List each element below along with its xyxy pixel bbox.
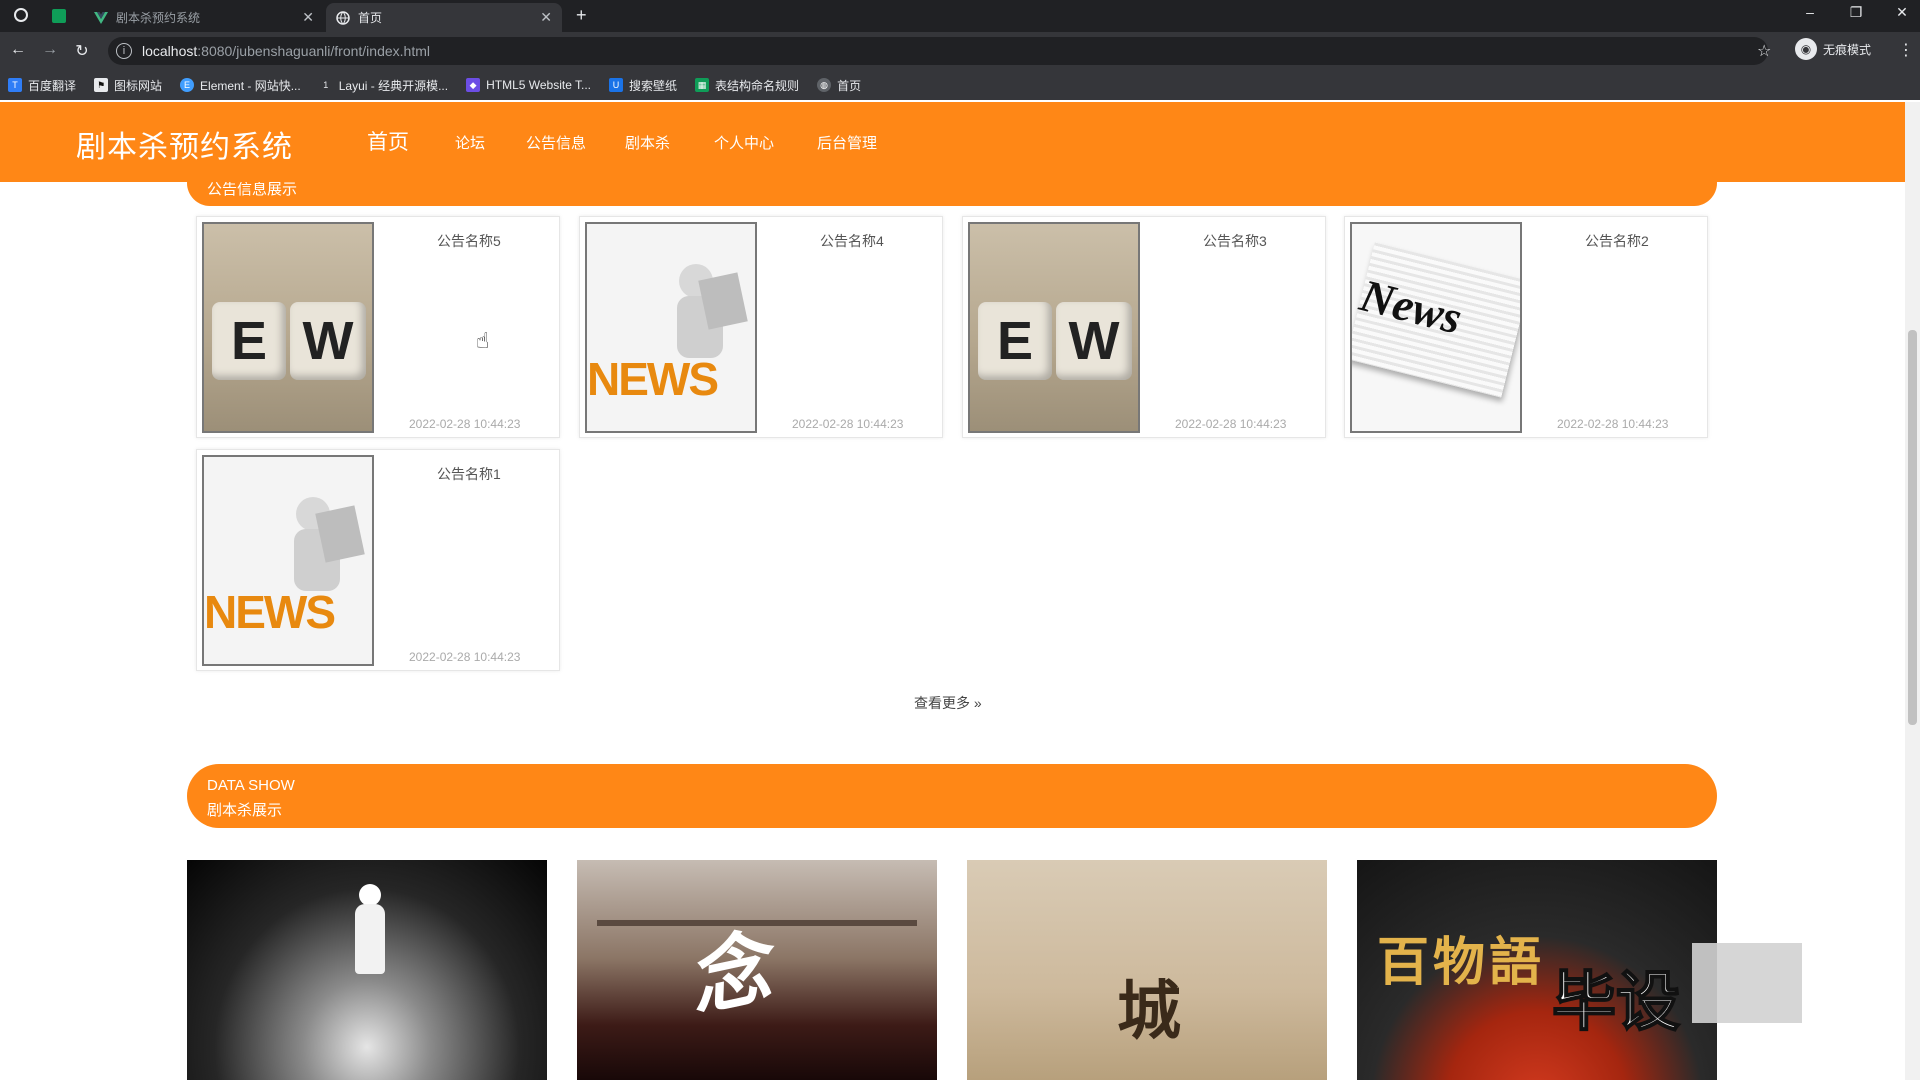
double-chevron-right-icon: » (973, 695, 982, 711)
url-path: :8080/jubenshaguanli/front/index.html (197, 43, 430, 59)
notice-title[interactable]: 公告名称2 (1585, 231, 1649, 251)
nav-user-center[interactable]: 个人中心 (714, 132, 774, 153)
poster-title-graphic: 百物語 (1377, 935, 1546, 992)
section-title-cn: 剧本杀展示 (207, 802, 283, 819)
forward-icon[interactable]: → (40, 41, 60, 59)
view-more-link[interactable]: 查看更多 » (914, 693, 982, 713)
ew-blocks-graphic: E (978, 302, 1052, 380)
site-info-icon[interactable]: i (116, 43, 132, 59)
notice-card[interactable]: E W 公告名称5 2022-02-28 10:44:23 (196, 216, 560, 438)
nav-script[interactable]: 剧本杀 (625, 132, 670, 153)
notice-thumbnail: News (1350, 222, 1522, 433)
wallpaper-icon: U (609, 78, 624, 92)
table-icon: ▦ (695, 78, 710, 92)
bookmark-item[interactable]: ◆ HTML5 Website T... (466, 78, 591, 92)
figure-silhouette (359, 884, 381, 906)
notice-title[interactable]: 公告名称3 (1203, 231, 1267, 251)
browser-logo-icon[interactable] (14, 8, 28, 22)
notice-date: 2022-02-28 10:44:23 (1557, 417, 1669, 431)
pinned-tab-icon[interactable] (52, 9, 66, 23)
notice-date: 2022-02-28 10:44:23 (409, 650, 521, 664)
minimize-icon[interactable]: – (1790, 4, 1830, 20)
page-scroll-thumb[interactable] (1908, 330, 1917, 725)
nav-home[interactable]: 首页 (367, 126, 409, 156)
watermark: 毕设 (1551, 943, 1808, 1041)
profile-label: 无痕模式 (1823, 42, 1872, 57)
tab-system[interactable]: 剧本杀预约系统 ✕ (84, 3, 324, 32)
calligraphy-graphic: 城 (1117, 976, 1181, 1047)
notice-card[interactable]: News 公告名称2 2022-02-28 10:44:23 (1344, 216, 1708, 438)
tab-home[interactable]: 首页 ✕ (326, 3, 562, 32)
element-icon: E (180, 78, 195, 92)
incognito-profile[interactable]: ◉ 无痕模式 (1795, 38, 1871, 60)
browser-tab-bar: 剧本杀预约系统 ✕ 首页 ✕ + – ❐ ✕ (0, 0, 1920, 32)
restore-icon[interactable]: ❐ (1836, 4, 1876, 21)
new-tab-icon[interactable]: + (576, 5, 587, 26)
bookmark-item[interactable]: ⚑ 图标网站 (94, 77, 162, 94)
notice-card[interactable]: NEWS 公告名称4 2022-02-28 10:44:23 (579, 216, 943, 438)
script-poster[interactable]: 念 (577, 860, 937, 1080)
bookmark-item[interactable]: E Element - 网站快... (180, 77, 301, 94)
bookmark-item[interactable]: 1 Layui - 经典开源模... (318, 77, 448, 94)
notice-thumbnail: NEWS (585, 222, 757, 433)
script-poster[interactable] (187, 860, 547, 1080)
bookmark-item[interactable]: ◍ 首页 (817, 77, 861, 94)
tab-label: 首页 (358, 11, 383, 25)
notice-card[interactable]: E W 公告名称3 2022-02-28 10:44:23 (962, 216, 1326, 438)
nav-forum[interactable]: 论坛 (455, 132, 485, 153)
url-host: localhost (142, 43, 198, 59)
hand-cursor-icon: ☝ (476, 328, 490, 353)
url-input[interactable]: i localhost :8080/jubenshaguanli/front/i… (108, 37, 1768, 65)
flag-icon: ⚑ (94, 78, 109, 92)
tab-label: 剧本杀预约系统 (116, 11, 201, 25)
html5-icon: ◆ (466, 78, 481, 92)
globe-icon: ◍ (817, 78, 832, 92)
bookmark-star-icon[interactable]: ☆ (1757, 41, 1771, 61)
site-nav-bar: 剧本杀预约系统 首页 论坛 公告信息 剧本杀 个人中心 后台管理 (0, 102, 1905, 182)
notice-title[interactable]: 公告名称5 (437, 231, 501, 251)
tab-close-icon[interactable]: ✕ (302, 9, 314, 26)
nav-admin[interactable]: 后台管理 (817, 132, 877, 153)
nav-notice[interactable]: 公告信息 (526, 132, 586, 153)
translate-icon: T (8, 78, 22, 92)
bookmark-item[interactable]: T 百度翻译 (8, 77, 76, 94)
bookmarks-bar: T 百度翻译 ⚑ 图标网站 E Element - 网站快... 1 Layui - 经… (0, 70, 1920, 100)
notice-date: 2022-02-28 10:44:23 (409, 417, 521, 431)
notice-date: 2022-02-28 10:44:23 (792, 417, 904, 431)
reload-icon[interactable]: ↻ (72, 41, 92, 61)
vue-icon (94, 11, 108, 25)
notice-thumbnail: E W (968, 222, 1140, 433)
script-poster[interactable]: 城 (967, 860, 1327, 1080)
back-icon[interactable]: ← (8, 41, 28, 59)
script-section-header: DATA SHOW 剧本杀展示 (187, 764, 1717, 828)
notice-title[interactable]: 公告名称4 (820, 231, 884, 251)
layui-icon: 1 (318, 78, 333, 92)
notice-card[interactable]: NEWS 公告名称1 2022-02-28 10:44:23 (196, 449, 560, 671)
notice-thumbnail: E W (202, 222, 374, 433)
close-window-icon[interactable]: ✕ (1882, 4, 1920, 21)
globe-icon (336, 10, 350, 25)
notice-title[interactable]: 公告名称1 (437, 464, 501, 484)
bookmark-item[interactable]: U 搜索壁纸 (609, 77, 677, 94)
ew-blocks-graphic: E (212, 302, 286, 380)
bookmark-item[interactable]: ▦ 表结构命名规则 (695, 77, 799, 94)
section-title-en: DATA SHOW (207, 777, 295, 794)
tab-close-icon[interactable]: ✕ (540, 9, 552, 26)
notice-thumbnail: NEWS (202, 455, 374, 666)
address-bar: ← → ↻ i localhost :8080/jubenshaguanli/f… (0, 32, 1920, 70)
browser-menu-icon[interactable]: ⋮ (1898, 40, 1914, 60)
site-brand[interactable]: 剧本杀预约系统 (76, 122, 293, 166)
incognito-icon: ◉ (1795, 38, 1817, 60)
notice-date: 2022-02-28 10:44:23 (1175, 417, 1287, 431)
